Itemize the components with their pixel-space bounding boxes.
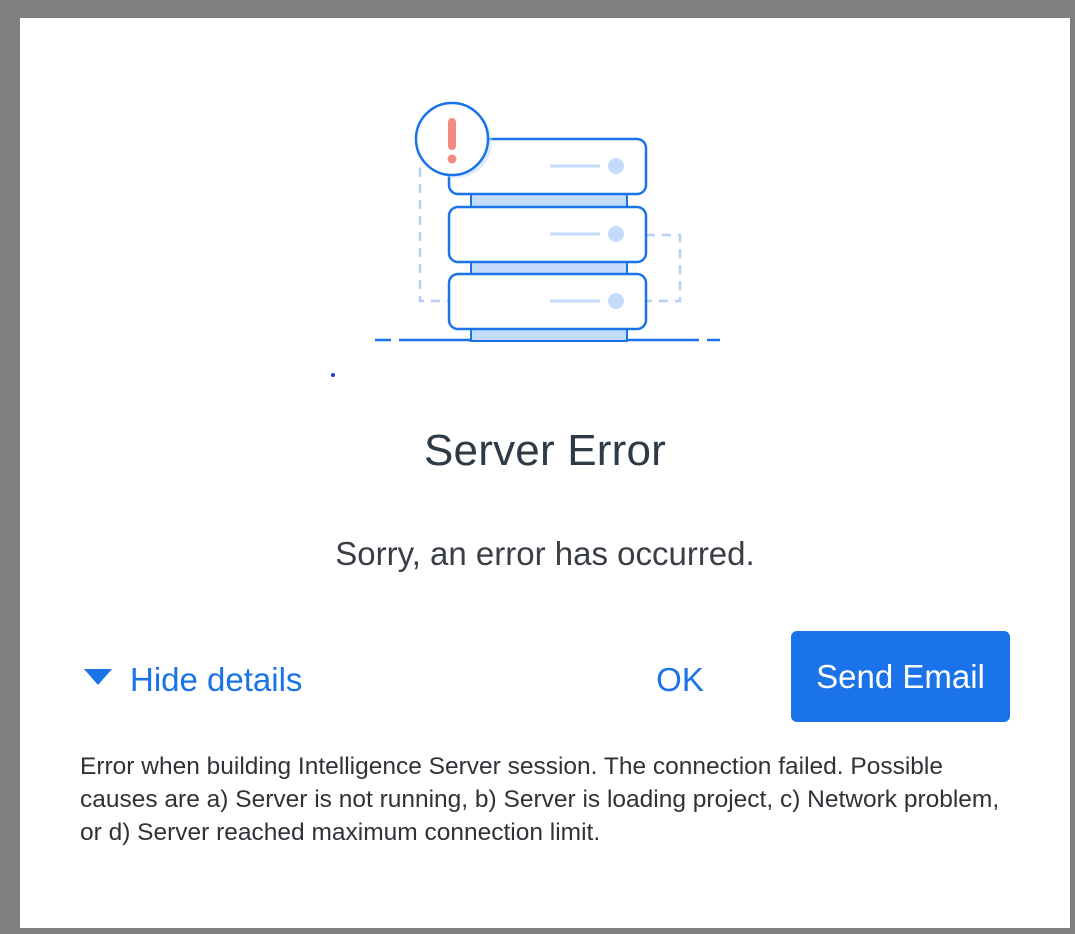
- exclamation-icon: [414, 101, 492, 178]
- hide-details-toggle[interactable]: Hide details: [84, 658, 302, 702]
- send-email-button[interactable]: Send Email: [791, 631, 1010, 722]
- error-message: Sorry, an error has occurred.: [335, 535, 755, 572]
- caret-down-icon: [84, 669, 112, 685]
- error-details-text: Error when building Intelligence Server …: [80, 753, 1000, 846]
- server-error-icon: [331, 101, 720, 377]
- dialog-title: Server Error: [424, 426, 666, 475]
- ok-button[interactable]: OK: [638, 658, 722, 702]
- server-error-dialog: Server Error Sorry, an error has occurre…: [20, 18, 1070, 928]
- hide-details-label: Hide details: [130, 661, 303, 698]
